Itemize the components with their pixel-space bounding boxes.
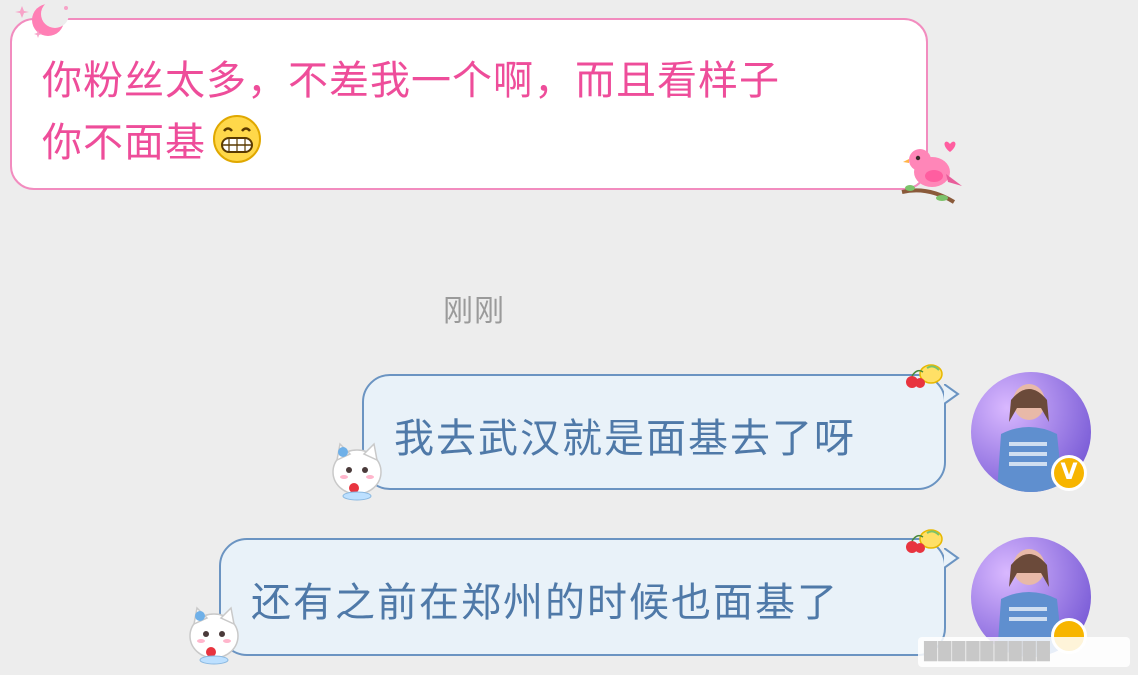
outgoing-message-text: 我去武汉就是面基去了呀 bbox=[394, 416, 856, 462]
cherry-lemon-icon bbox=[906, 529, 943, 553]
outgoing-message-bubble[interactable]: 我去武汉就是面基去了呀 bbox=[362, 374, 946, 490]
watermark: █████████ bbox=[918, 637, 1130, 667]
pink-moon-sparkle-icon bbox=[15, 0, 69, 38]
time-divider: 刚刚 bbox=[443, 294, 505, 329]
chat-screen: 你粉丝太多，不差我一个啊，而且看样子 你不面基 刚刚 我去武汉就是面基去了呀 还… bbox=[0, 0, 1138, 675]
outgoing-message-bubble[interactable]: 还有之前在郑州的时候也面基了 bbox=[219, 538, 946, 656]
outgoing-message-text: 还有之前在郑州的时候也面基了 bbox=[251, 580, 839, 626]
incoming-message-line-1: 你粉丝太多，不差我一个啊，而且看样子 bbox=[42, 58, 780, 104]
bubble-tail-icon bbox=[944, 548, 960, 569]
white-cat-sticker-icon bbox=[189, 606, 239, 665]
white-cat-sticker-icon bbox=[332, 442, 382, 501]
incoming-message-line-2: 你不面基 bbox=[42, 112, 902, 174]
bubble-tail-icon bbox=[944, 384, 960, 405]
incoming-message-bubble[interactable]: 你粉丝太多，不差我一个啊，而且看样子 你不面基 bbox=[10, 18, 928, 190]
pink-bird-on-branch-icon bbox=[901, 141, 962, 204]
verified-v-badge-icon: V bbox=[1051, 455, 1087, 491]
grinning-face-icon bbox=[213, 115, 261, 163]
cherry-lemon-icon bbox=[906, 364, 943, 388]
incoming-message-text-end: 你不面基 bbox=[42, 120, 206, 166]
